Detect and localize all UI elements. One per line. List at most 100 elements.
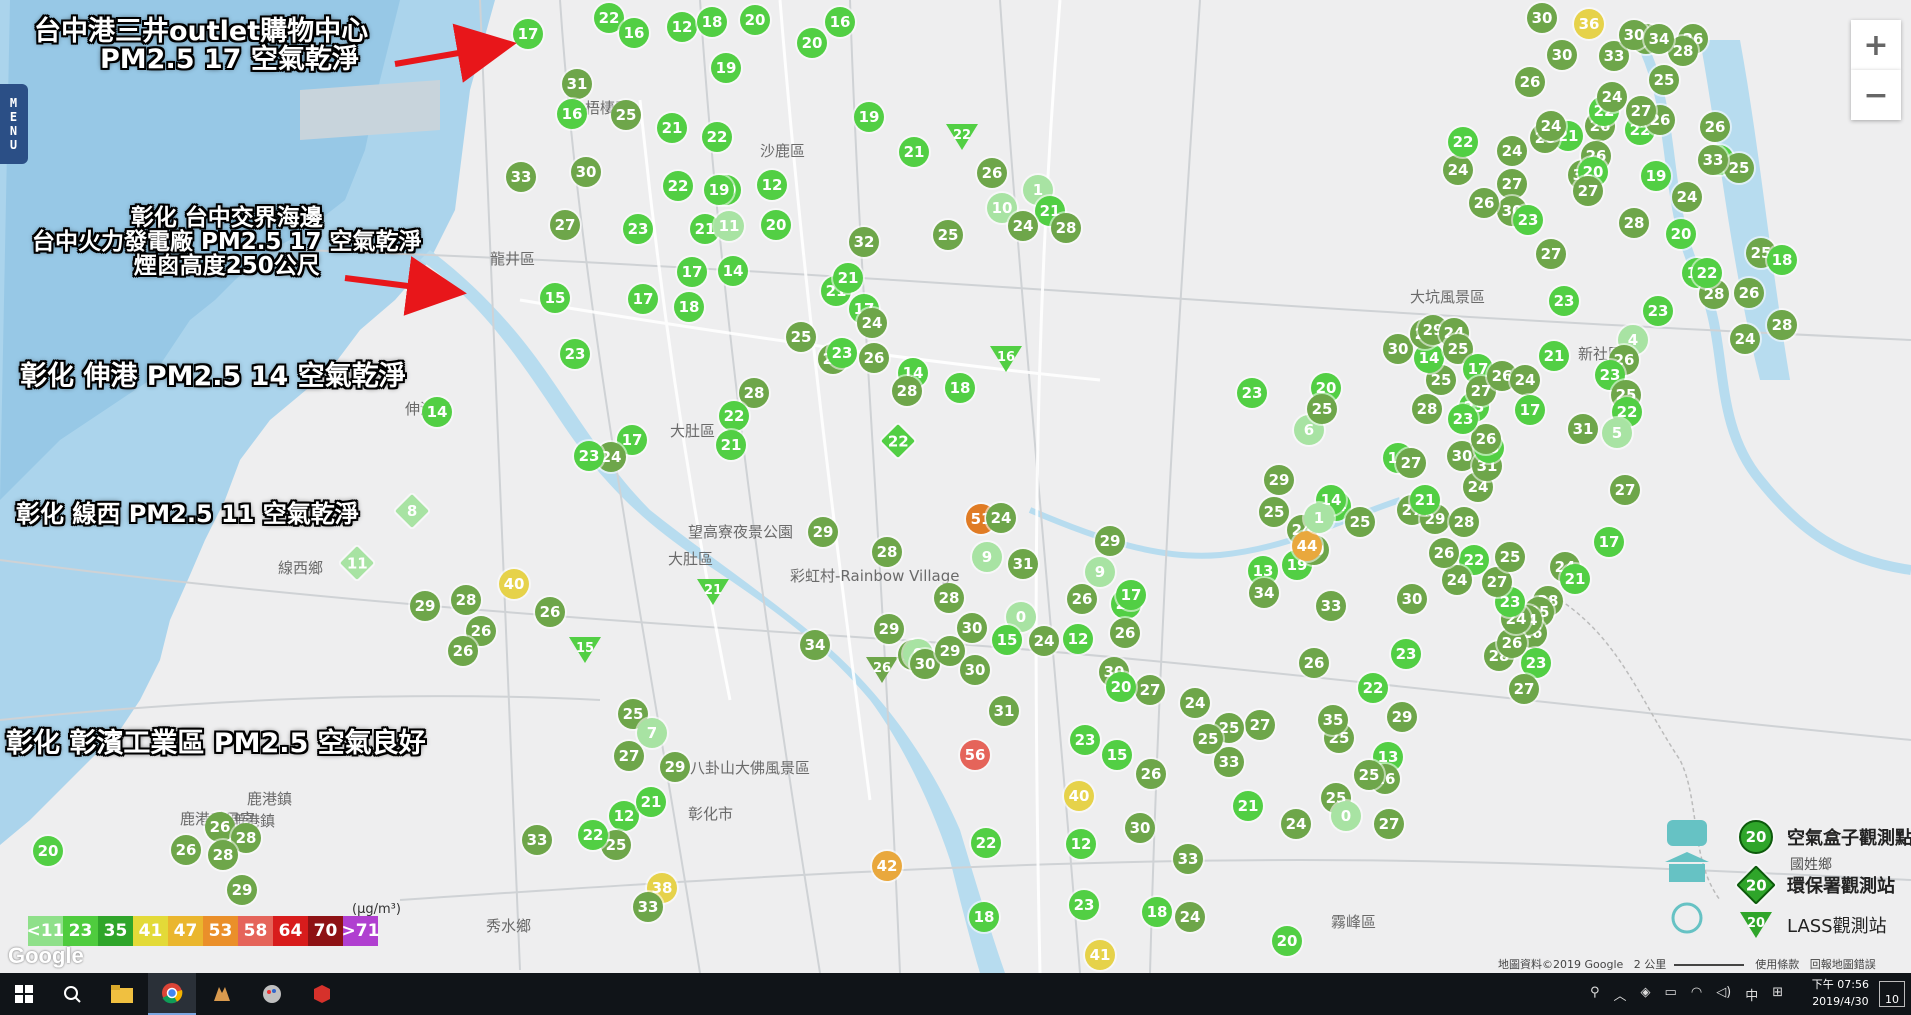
airbox-marker[interactable]: 44: [1292, 531, 1322, 561]
airbox-marker[interactable]: 24: [1008, 211, 1038, 241]
airbox-marker[interactable]: 21: [833, 263, 863, 293]
airbox-marker[interactable]: 29: [660, 752, 690, 782]
airbox-marker[interactable]: 30: [1547, 40, 1577, 70]
airbox-marker[interactable]: 23: [1549, 286, 1579, 316]
battery-icon[interactable]: ▭: [1665, 985, 1677, 1004]
airbox-marker[interactable]: 40: [499, 569, 529, 599]
airbox-marker[interactable]: 12: [1063, 624, 1093, 654]
airbox-marker[interactable]: 18: [697, 7, 727, 37]
airbox-marker[interactable]: 18: [945, 373, 975, 403]
airbox-marker[interactable]: 24: [1442, 565, 1472, 595]
airbox-marker[interactable]: 15: [992, 625, 1022, 655]
airbox-marker[interactable]: 22: [719, 401, 749, 431]
zoom-out-button[interactable]: −: [1851, 70, 1901, 120]
airbox-marker[interactable]: 42: [872, 851, 902, 881]
airbox-marker[interactable]: 30: [1397, 584, 1427, 614]
airbox-marker[interactable]: 19: [1641, 161, 1671, 191]
airbox-marker[interactable]: 23: [1070, 725, 1100, 755]
search-button[interactable]: [48, 973, 96, 1015]
airbox-marker[interactable]: 23: [827, 338, 857, 368]
airbox-marker[interactable]: 21: [899, 137, 929, 167]
airbox-marker[interactable]: 27: [1610, 475, 1640, 505]
airbox-marker[interactable]: 23: [1069, 890, 1099, 920]
airbox-marker[interactable]: 7: [637, 718, 667, 748]
notification-center-button[interactable]: 10: [1879, 981, 1905, 1007]
airbox-marker[interactable]: 26: [1110, 618, 1140, 648]
airbox-marker[interactable]: 27: [550, 210, 580, 240]
airbox-marker[interactable]: 12: [609, 801, 639, 831]
airbox-marker[interactable]: 18: [674, 292, 704, 322]
airbox-marker[interactable]: 24: [1029, 626, 1059, 656]
airbox-marker[interactable]: 12: [757, 170, 787, 200]
airbox-marker[interactable]: 33: [1316, 591, 1346, 621]
airbox-marker[interactable]: 23: [1391, 639, 1421, 669]
airbox-marker[interactable]: 29: [1387, 702, 1417, 732]
airbox-marker[interactable]: 56: [960, 740, 990, 770]
airbox-marker[interactable]: 23: [1448, 404, 1478, 434]
airbox-marker[interactable]: 35: [1318, 705, 1348, 735]
lass-station-marker[interactable]: 15: [569, 635, 601, 665]
airbox-marker[interactable]: 30: [957, 613, 987, 643]
airbox-marker[interactable]: 20: [1272, 926, 1302, 956]
airbox-marker[interactable]: 34: [800, 630, 830, 660]
airbox-marker[interactable]: 33: [633, 892, 663, 922]
airbox-marker[interactable]: 32: [849, 227, 879, 257]
airbox-marker[interactable]: 28: [1619, 208, 1649, 238]
ime-indicator[interactable]: 中: [1745, 985, 1758, 1004]
airbox-marker[interactable]: 28: [451, 585, 481, 615]
airbox-marker[interactable]: 25: [933, 220, 963, 250]
airbox-marker[interactable]: 15: [540, 283, 570, 313]
airbox-marker[interactable]: 26: [977, 158, 1007, 188]
airbox-marker[interactable]: 25: [1724, 153, 1754, 183]
airbox-marker[interactable]: 26: [1469, 188, 1499, 218]
airbox-marker[interactable]: 30: [1125, 813, 1155, 843]
airbox-marker[interactable]: 24: [986, 503, 1016, 533]
airbox-marker[interactable]: 27: [1374, 809, 1404, 839]
airbox-marker[interactable]: 23: [574, 441, 604, 471]
airbox-marker[interactable]: 19: [854, 102, 884, 132]
airbox-marker[interactable]: 30: [960, 655, 990, 685]
airbox-marker[interactable]: 26: [1136, 759, 1166, 789]
airbox-marker[interactable]: 9: [972, 542, 1002, 572]
airbox-marker[interactable]: 26: [535, 597, 565, 627]
airbox-marker[interactable]: 26: [1471, 424, 1501, 454]
airbox-marker[interactable]: 26: [1515, 67, 1545, 97]
airbox-marker[interactable]: 19: [711, 53, 741, 83]
airbox-marker[interactable]: 25: [1259, 497, 1289, 527]
airbox-marker[interactable]: 24: [1536, 111, 1566, 141]
airbox-marker[interactable]: 27: [1536, 239, 1566, 269]
airbox-marker[interactable]: 24: [1730, 324, 1760, 354]
app-taskbar-button[interactable]: [198, 973, 246, 1015]
airbox-marker[interactable]: 30: [571, 157, 601, 187]
airbox-marker[interactable]: 24: [1672, 182, 1702, 212]
airbox-marker[interactable]: 25: [1495, 542, 1525, 572]
airbox-marker[interactable]: 29: [1095, 526, 1125, 556]
airbox-marker[interactable]: 20: [761, 210, 791, 240]
airbox-marker[interactable]: 24: [1281, 809, 1311, 839]
airbox-marker[interactable]: 12: [1066, 829, 1096, 859]
airbox-marker[interactable]: 21: [657, 113, 687, 143]
airbox-marker[interactable]: 21: [636, 787, 666, 817]
airbox-marker[interactable]: 23: [623, 214, 653, 244]
airbox-marker[interactable]: 26: [1700, 112, 1730, 142]
airbox-marker[interactable]: 40: [1064, 781, 1094, 811]
airbox-marker[interactable]: 16: [557, 99, 587, 129]
airbox-marker[interactable]: 25: [611, 100, 641, 130]
airbox-marker[interactable]: 27: [1573, 176, 1603, 206]
airbox-marker[interactable]: 5: [1602, 418, 1632, 448]
airbox-marker[interactable]: 33: [1698, 145, 1728, 175]
airbox-marker[interactable]: 21: [1233, 791, 1263, 821]
lass-station-marker[interactable]: 16: [990, 344, 1022, 374]
airbox-marker[interactable]: 26: [1067, 584, 1097, 614]
airbox-marker[interactable]: 26: [1734, 278, 1764, 308]
airbox-marker[interactable]: 17: [1515, 395, 1545, 425]
airbox-marker[interactable]: 15: [1102, 740, 1132, 770]
airbox-marker[interactable]: 25: [1649, 65, 1679, 95]
lass-station-marker[interactable]: 22: [946, 122, 978, 152]
airbox-marker[interactable]: 12: [667, 12, 697, 42]
airbox-marker[interactable]: 1: [1304, 503, 1334, 533]
airbox-marker[interactable]: 34: [1249, 578, 1279, 608]
airbox-marker[interactable]: 21: [716, 430, 746, 460]
airbox-marker[interactable]: 23: [1513, 205, 1543, 235]
airbox-marker[interactable]: 17: [677, 257, 707, 287]
